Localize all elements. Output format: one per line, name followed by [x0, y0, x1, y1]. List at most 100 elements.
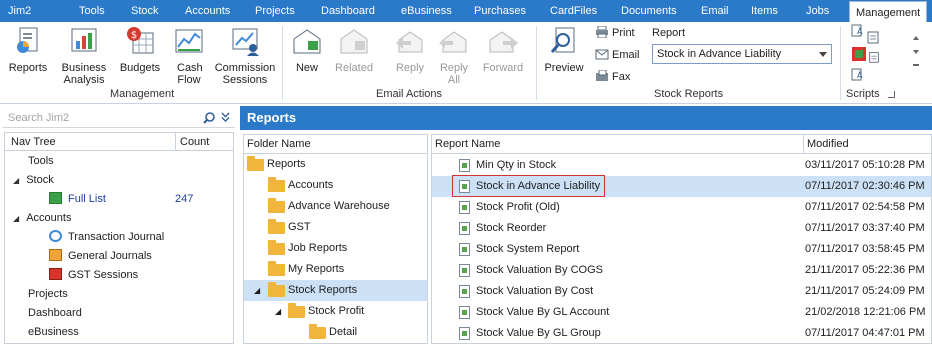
menu-tab-email[interactable]: Email [701, 0, 729, 22]
folder-item-stock-profit[interactable]: ◢ Stock Profit [244, 301, 427, 322]
nav-tree-item-label: General Journals [68, 250, 152, 262]
email-report-label: Email [612, 49, 640, 61]
expand-arrow-icon[interactable]: ◢ [254, 280, 260, 301]
scroll-up-icon[interactable] [913, 36, 919, 40]
nav-tree-item-full-list[interactable]: Full List 247 [49, 190, 229, 209]
folder-label: Advance Warehouse [288, 200, 390, 212]
menu-tab-jobs[interactable]: Jobs [806, 0, 829, 22]
report-row[interactable]: Stock Valuation By Cost 21/11/2017 05:24… [432, 281, 931, 302]
folder-label: Job Reports [288, 242, 348, 254]
folder-item-accounts[interactable]: Accounts [244, 175, 427, 196]
gst-icon [49, 268, 62, 280]
folder-item-reports[interactable]: Reports [244, 154, 427, 175]
report-name: Stock Valuation By COGS [476, 264, 603, 276]
nav-tree-item-ebusiness[interactable]: eBusiness [28, 323, 79, 342]
menu-tab-jim2[interactable]: Jim2 [8, 0, 31, 22]
report-row[interactable]: Stock Valuation By COGS 21/11/2017 05:22… [432, 260, 931, 281]
email-report-button[interactable]: Email [595, 48, 640, 61]
expand-arrow-icon[interactable]: ◢ [13, 214, 19, 223]
budgets-label: Budgets [119, 62, 161, 74]
reports-button[interactable]: Reports [6, 25, 50, 74]
report-select[interactable]: Stock in Advance Liability [652, 44, 832, 64]
menu-tab-documents[interactable]: Documents [621, 0, 677, 22]
report-row[interactable]: Stock Profit (Old) 07/11/2017 02:54:58 P… [432, 197, 931, 218]
report-row[interactable]: Stock System Report 07/11/2017 03:58:45 … [432, 239, 931, 260]
email-related-button[interactable]: Related [332, 25, 376, 74]
scripts-scrollbar[interactable] [913, 36, 919, 76]
business-analysis-button[interactable]: Business Analysis [56, 25, 112, 86]
nav-tree-item-gst-sessions[interactable]: GST Sessions [49, 266, 138, 285]
folder-item-stock-reports[interactable]: ◢ Stock Reports [244, 280, 427, 301]
folder-item-gst[interactable]: GST [244, 217, 427, 238]
menu-tab-stock[interactable]: Stock [131, 0, 159, 22]
business-analysis-label: Business Analysis [61, 62, 107, 86]
menu-tab-purchases[interactable]: Purchases [474, 0, 526, 22]
email-forward-button[interactable]: Forward [480, 25, 526, 74]
menu-tab-dashboard[interactable]: Dashboard [321, 0, 375, 22]
menu-tab-projects[interactable]: Projects [255, 0, 295, 22]
report-modified: 21/02/2018 12:21:06 PM [805, 306, 926, 318]
preview-button[interactable]: Preview [542, 25, 586, 74]
cash-flow-button[interactable]: Cash Flow [170, 25, 208, 86]
ribbon: Reports Business Analysis $ Budgets Cash… [0, 22, 932, 104]
script-run-icon[interactable] [851, 46, 867, 62]
print-button[interactable]: Print [595, 26, 635, 39]
folder-icon [309, 324, 326, 339]
stock-reports-group-label: Stock Reports [654, 88, 724, 100]
script-icon[interactable]: Ä [851, 68, 867, 84]
menu-tab-management[interactable]: Management [849, 1, 928, 22]
folder-item-job-reports[interactable]: Job Reports [244, 238, 427, 259]
nav-tree-item-tools[interactable]: Tools [28, 152, 54, 171]
folder-item-detail[interactable]: Detail [244, 322, 427, 343]
email-new-button[interactable]: New [290, 25, 324, 74]
menu-tab-accounts[interactable]: Accounts [185, 0, 230, 22]
menu-tab-ebusiness[interactable]: eBusiness [401, 0, 452, 22]
expand-arrow-icon[interactable]: ◢ [275, 301, 281, 322]
nav-tree-column-count[interactable]: Count [175, 133, 209, 151]
more-icon[interactable] [913, 64, 919, 70]
report-row[interactable]: Min Qty in Stock 03/11/2017 05:10:28 PM [432, 155, 931, 176]
chevron-down-icon[interactable] [819, 52, 827, 57]
report-modified: 03/11/2017 05:10:28 PM [805, 159, 925, 171]
script-icon[interactable] [865, 29, 881, 45]
nav-tree-item-label: Accounts [26, 212, 72, 224]
menu-tab-tools[interactable]: Tools [79, 0, 105, 22]
svg-text:$: $ [131, 30, 137, 41]
nav-tree-column-name[interactable]: Nav Tree [11, 136, 56, 148]
email-reply-all-label: Reply All [439, 62, 469, 86]
reports-label: Reports [8, 62, 48, 74]
budgets-button[interactable]: $ Budgets [116, 25, 164, 74]
report-name-column-header[interactable]: Report Name [432, 135, 803, 154]
report-name: Stock Value By GL Group [476, 327, 601, 339]
report-row[interactable]: Stock Value By GL Group 07/11/2017 04:47… [432, 323, 931, 344]
nav-tree-item-accounts[interactable]: ◢ Accounts [13, 209, 71, 228]
search-icon[interactable] [203, 112, 215, 124]
expand-arrow-icon[interactable]: ◢ [13, 176, 19, 185]
scroll-down-icon[interactable] [913, 50, 919, 54]
fax-label: Fax [612, 71, 631, 83]
nav-tree-item-dashboard[interactable]: Dashboard [28, 304, 82, 323]
report-row[interactable]: Stock Value By GL Account 21/02/2018 12:… [432, 302, 931, 323]
folder-column-header[interactable]: Folder Name [244, 135, 427, 154]
nav-tree-item-transaction-journal[interactable]: Transaction Journal [49, 228, 164, 247]
nav-tree-item-count: 247 [175, 193, 194, 205]
menu-tab-cardfiles[interactable]: CardFiles [550, 0, 597, 22]
folder-icon [268, 261, 285, 276]
email-reply-all-button[interactable]: Reply All [436, 25, 472, 86]
script-icon[interactable] [867, 50, 881, 64]
search-input[interactable]: Search Jim2 [3, 108, 235, 128]
modified-column-header[interactable]: Modified [803, 135, 931, 154]
report-modified: 07/11/2017 04:47:01 PM [805, 327, 925, 339]
folder-item-my-reports[interactable]: My Reports [244, 259, 427, 280]
nav-tree-item-projects[interactable]: Projects [28, 285, 68, 304]
folder-item-advance-warehouse[interactable]: Advance Warehouse [244, 196, 427, 217]
commission-sessions-button[interactable]: Commission Sessions [214, 25, 276, 86]
nav-tree-item-general-journals[interactable]: General Journals [49, 247, 152, 266]
dialog-launcher-icon[interactable] [888, 91, 895, 98]
menu-tab-items[interactable]: Items [751, 0, 778, 22]
fax-button[interactable]: Fax [595, 70, 630, 83]
email-reply-button[interactable]: Reply [392, 25, 428, 74]
report-row[interactable]: Stock Reorder 07/11/2017 03:37:40 PM [432, 218, 931, 239]
double-chevron-down-icon[interactable] [221, 112, 230, 123]
nav-tree-item-stock[interactable]: ◢ Stock [13, 171, 54, 190]
